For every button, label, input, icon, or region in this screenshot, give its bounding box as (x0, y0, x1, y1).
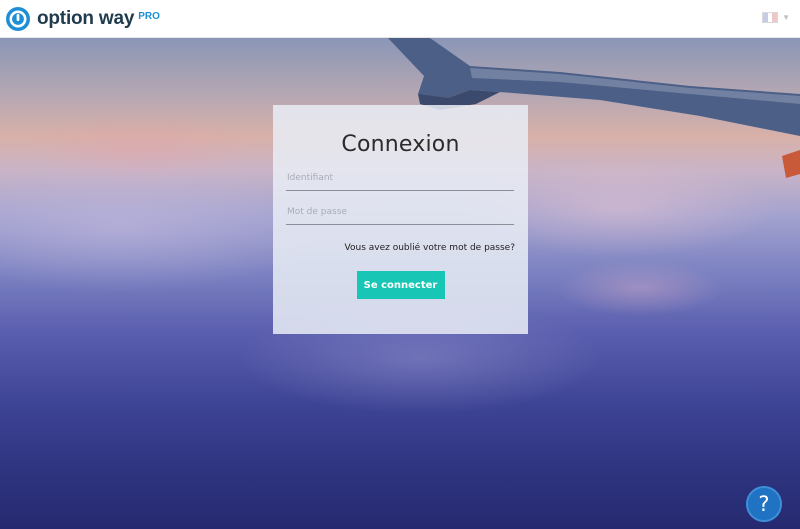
language-selector[interactable]: ▼ (762, 12, 790, 23)
forgot-password-link[interactable]: Vous avez oublié votre mot de passe? (286, 243, 515, 253)
chevron-down-icon: ▼ (782, 13, 790, 22)
password-input[interactable] (286, 200, 514, 225)
logo[interactable]: option way PRO (5, 6, 160, 32)
brand-tag: PRO (138, 10, 160, 22)
brand-name: option way (37, 7, 135, 29)
top-header: option way PRO ▼ (0, 0, 800, 38)
login-card: Connexion Vous avez oublié votre mot de … (273, 105, 528, 334)
help-button[interactable]: ? (746, 486, 782, 522)
login-title: Connexion (341, 132, 460, 157)
identifier-input[interactable] (286, 166, 514, 191)
flag-fr-icon (762, 12, 779, 23)
identifier-field-wrapper (286, 166, 515, 191)
login-button[interactable]: Se connecter (356, 271, 445, 299)
option-way-logo-icon (6, 6, 30, 31)
question-mark-icon: ? (758, 492, 770, 516)
password-field-wrapper (286, 200, 515, 225)
